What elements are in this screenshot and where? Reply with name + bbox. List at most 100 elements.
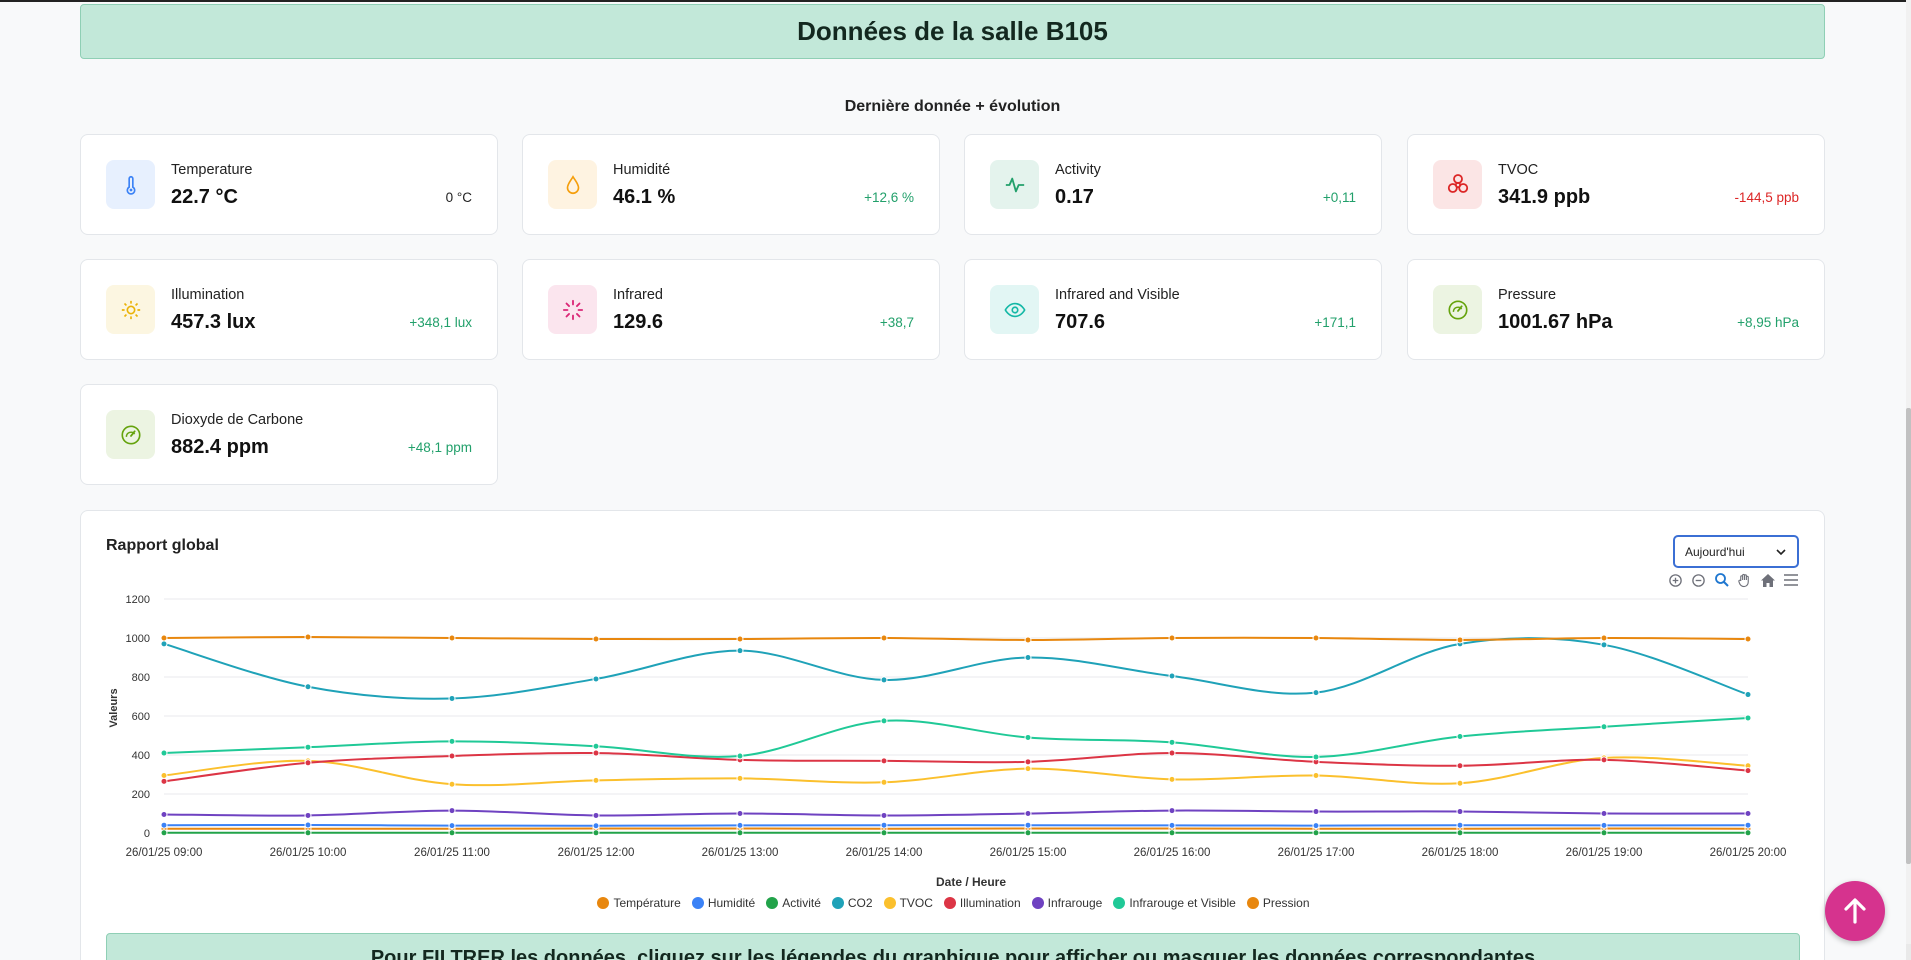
series-line-8 <box>163 636 1749 641</box>
arrow-up-icon <box>1844 898 1866 924</box>
legend-item[interactable]: Température <box>597 896 681 910</box>
legend-label: Pression <box>1262 896 1310 910</box>
metric-card: Humidité 46.1 % +12,6 % <box>522 134 940 235</box>
data-point <box>880 717 888 725</box>
legend-item[interactable]: Activité <box>766 896 821 910</box>
data-point <box>160 810 168 818</box>
data-point <box>592 742 600 750</box>
metric-label: Activity <box>1055 162 1101 178</box>
legend-marker <box>883 897 896 909</box>
metric-card: Infrared and Visible 707.6 +171,1 <box>964 259 1382 360</box>
metric-value: 882.4 ppm <box>171 436 269 458</box>
legend-marker <box>943 897 956 909</box>
data-point <box>592 829 600 837</box>
data-point <box>1456 821 1464 829</box>
legend-label: CO2 <box>847 896 873 910</box>
data-point <box>1744 714 1752 722</box>
metric-delta: 0 °C <box>445 190 472 205</box>
metric-card: Dioxyde de Carbone 882.4 ppm +48,1 ppm <box>80 384 498 485</box>
data-point <box>304 821 312 829</box>
legend-label: Activité <box>782 896 821 910</box>
metric-card: Pressure 1001.67 hPa +8,95 hPa <box>1407 259 1825 360</box>
data-point <box>160 771 168 779</box>
scrollbar-corner <box>1906 944 1911 960</box>
data-point <box>1024 821 1032 829</box>
x-tick-label: 26/01/25 18:00 <box>1422 847 1499 859</box>
data-point <box>448 752 456 760</box>
data-point <box>1312 808 1320 816</box>
page-title-banner: Données de la salle B105 <box>80 4 1825 59</box>
series-line-6 <box>163 809 1749 817</box>
legend-item[interactable]: Infrarouge et Visible <box>1113 896 1236 910</box>
data-point <box>592 749 600 757</box>
x-tick-label: 26/01/25 12:00 <box>558 847 635 859</box>
x-tick-label: 26/01/25 15:00 <box>990 847 1067 859</box>
data-point <box>304 829 312 837</box>
data-point <box>1744 829 1752 837</box>
y-tick-label: 600 <box>132 711 150 723</box>
data-point <box>1168 775 1176 783</box>
data-point <box>1600 641 1608 649</box>
data-point <box>880 634 888 642</box>
y-tick-label: 200 <box>132 789 150 801</box>
data-point <box>592 822 600 830</box>
metric-label: TVOC <box>1498 162 1539 178</box>
thermometer-icon <box>106 160 155 209</box>
metric-label: Infrared and Visible <box>1055 287 1180 303</box>
data-point <box>1456 762 1464 770</box>
data-point <box>1600 756 1608 764</box>
y-tick-label: 0 <box>144 828 150 840</box>
data-point <box>1168 672 1176 680</box>
metric-label: Pressure <box>1498 287 1557 303</box>
data-point <box>1024 733 1032 741</box>
legend-label: Humidité <box>707 896 756 910</box>
scrollbar-thumb[interactable] <box>1906 408 1911 864</box>
metric-value: 1001.67 hPa <box>1498 311 1613 333</box>
metric-card: Temperature 22.7 °C 0 °C <box>80 134 498 235</box>
legend-item[interactable]: Pression <box>1246 896 1310 910</box>
data-point <box>1312 822 1320 830</box>
legend-item[interactable]: CO2 <box>831 896 873 910</box>
legend-marker <box>831 897 844 909</box>
metric-card: TVOC 341.9 ppb -144,5 ppb <box>1407 134 1825 235</box>
data-point <box>1744 821 1752 829</box>
legend-item[interactable]: TVOC <box>883 896 933 910</box>
top-border <box>0 0 1911 2</box>
droplet-icon <box>548 160 597 209</box>
chart-legend: Température Humidité Activité CO2 TVOC Illumi… <box>81 896 1826 910</box>
data-point <box>736 752 744 760</box>
data-point <box>1168 821 1176 829</box>
legend-item[interactable]: Humidité <box>691 896 756 910</box>
metric-delta: +12,6 % <box>864 190 914 205</box>
data-point <box>1456 636 1464 644</box>
data-point <box>1744 691 1752 699</box>
data-point <box>448 737 456 745</box>
scroll-to-top-button[interactable] <box>1825 881 1885 941</box>
data-point <box>1168 807 1176 815</box>
data-point <box>1744 767 1752 775</box>
data-point <box>592 635 600 643</box>
data-point <box>592 675 600 683</box>
legend-item[interactable]: Illumination <box>943 896 1021 910</box>
data-point <box>1600 723 1608 731</box>
metric-value: 707.6 <box>1055 311 1106 333</box>
data-point <box>1168 749 1176 757</box>
data-point <box>1312 829 1320 837</box>
metric-value: 341.9 ppb <box>1498 186 1591 208</box>
metric-delta: -144,5 ppb <box>1734 190 1799 205</box>
series-line-7 <box>163 716 1749 758</box>
data-point <box>304 811 312 819</box>
metric-delta: +48,1 ppm <box>407 440 472 455</box>
metric-delta: +171,1 <box>1314 315 1356 330</box>
x-tick-label: 26/01/25 11:00 <box>414 847 490 859</box>
line-chart: 0 200 400 600 800 1000 1200 26/01/25 09:00 26/01… <box>108 594 1786 889</box>
data-point <box>304 759 312 767</box>
data-point <box>448 829 456 837</box>
y-tick-label: 1000 <box>126 633 150 645</box>
metric-label: Dioxyde de Carbone <box>171 412 304 428</box>
data-point <box>1312 753 1320 761</box>
legend-item[interactable]: Infrarouge <box>1031 896 1102 910</box>
data-point <box>736 821 744 829</box>
data-point <box>736 635 744 643</box>
data-point <box>448 634 456 642</box>
